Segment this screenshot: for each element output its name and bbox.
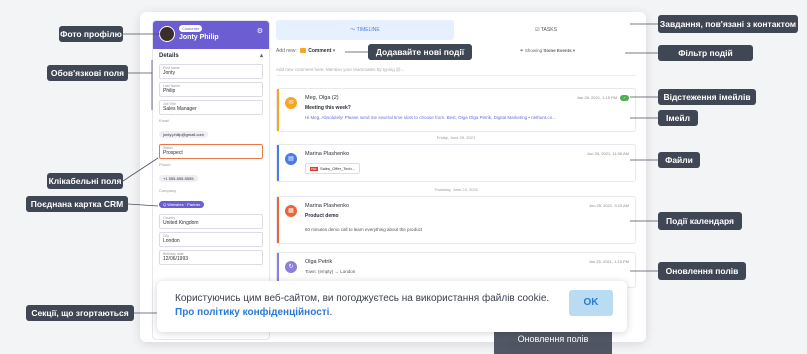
tab-label: TASKS bbox=[540, 27, 557, 33]
add-new-label: Add new: bbox=[276, 48, 297, 54]
pdf-icon: PDF bbox=[310, 167, 318, 171]
tab-label: TIMELINE bbox=[356, 27, 380, 33]
add-new-bar: Add new: Comment ▾ bbox=[276, 48, 336, 54]
callout-profile-photo: Фото профілю bbox=[59, 26, 123, 42]
filter-icon: ⏷ bbox=[520, 48, 524, 53]
comment-icon bbox=[300, 48, 307, 54]
field-value: London bbox=[163, 238, 180, 244]
calendar-icon: ▦ bbox=[285, 205, 297, 217]
tab-tasks[interactable]: ☑ TASKS bbox=[456, 20, 636, 40]
filter-value: Some Events bbox=[543, 48, 572, 53]
event-filter[interactable]: ⏷ Showing Some Events ▾ bbox=[520, 48, 575, 54]
callout-files: Файли bbox=[658, 152, 700, 168]
field-value: Jonty bbox=[163, 70, 175, 76]
company-tag: Partner bbox=[187, 202, 201, 207]
event-time: Jun 28, 2021, 1:15 PM ✓ bbox=[577, 95, 629, 101]
country-field[interactable]: Country United Kingdom bbox=[159, 214, 263, 229]
avatar[interactable] bbox=[159, 26, 175, 42]
company-name: Q Websites bbox=[163, 202, 184, 207]
status-badge: Customer bbox=[179, 25, 203, 32]
calendar-event[interactable]: ▦ Marina Plashenko Jun 25, 2021, 9:23 AM… bbox=[276, 196, 636, 244]
cookie-ok-button[interactable]: OK bbox=[569, 290, 613, 316]
cookie-message: Користуючись цим веб-сайтом, ви погоджує… bbox=[175, 292, 555, 320]
status-select[interactable]: Status Prospect bbox=[159, 144, 263, 159]
event-subject: Product demo bbox=[305, 213, 339, 219]
company-label: Company bbox=[159, 188, 177, 193]
city-field[interactable]: City London bbox=[159, 232, 263, 247]
event-stripe bbox=[277, 145, 279, 181]
timeline-tabs: 〜 TIMELINE ☑ TASKS bbox=[276, 20, 636, 40]
file-event[interactable]: ▤ Marina Plashenko Jun 25, 2021, 11:06 A… bbox=[276, 144, 636, 182]
callout-email-tracking: Відстеження імейлів bbox=[658, 89, 756, 105]
callout-email: Імейл bbox=[658, 110, 698, 126]
opened-badge: ✓ bbox=[620, 95, 629, 101]
tab-timeline[interactable]: 〜 TIMELINE bbox=[276, 20, 454, 40]
event-author: Marina Plashenko bbox=[305, 203, 350, 209]
field-value: Philip bbox=[163, 88, 176, 94]
event-subject: Meeting this week? bbox=[305, 105, 351, 111]
event-author: Olga Petrik bbox=[305, 259, 333, 265]
chevron-up-icon[interactable]: ▴ bbox=[260, 52, 263, 59]
refresh-icon: ↻ bbox=[285, 261, 297, 273]
birthday-field[interactable]: Birthday date 12/06/1993 bbox=[159, 250, 263, 265]
email-event[interactable]: ✉ Meg, Olga (2) Jun 28, 2021, 1:15 PM ✓ M… bbox=[276, 88, 636, 132]
callout-tasks: Завдання, пов'язані з контактом bbox=[658, 15, 798, 33]
envelope-icon: ✉ bbox=[285, 97, 297, 109]
event-author: Meg, Olga (2) bbox=[305, 95, 339, 101]
profile-name: Jonty Philip bbox=[179, 34, 219, 41]
field-value: Prospect bbox=[163, 150, 183, 156]
last-name-field[interactable]: Last Name Philip bbox=[159, 82, 263, 97]
phone-label: Phone bbox=[159, 162, 171, 167]
callout-clickable-fields: Клікабельні поля bbox=[47, 173, 123, 189]
new-comment-input[interactable]: Add new comment here. Mention your teamm… bbox=[276, 64, 636, 76]
details-label: Details bbox=[159, 53, 179, 59]
callout-calendar: Події календаря bbox=[658, 212, 742, 230]
event-body: Hi Meg, Absolutely! Please send me sever… bbox=[305, 115, 556, 120]
profile-header: Customer Jonty Philip ⚙ bbox=[153, 21, 269, 49]
callout-field-updates: Оновлення полів bbox=[658, 262, 746, 280]
callout-filter: Фільтр подій bbox=[658, 45, 753, 61]
callout-linked-crm: Поєднана картка CRM bbox=[26, 196, 128, 212]
event-time: Jun 25, 2021, 9:23 AM bbox=[588, 203, 629, 208]
filter-label: Showing bbox=[524, 48, 543, 53]
event-time-text: Jun 28, 2021, 1:15 PM bbox=[576, 95, 618, 100]
event-author: Marina Plashenko bbox=[305, 151, 350, 157]
file-icon: ▤ bbox=[285, 153, 297, 165]
field-value: Sales Manager bbox=[163, 106, 197, 112]
event-body: 60 minutes demo call to learn everything… bbox=[305, 227, 423, 232]
first-name-field[interactable]: First name Jonty bbox=[159, 64, 263, 79]
job-title-field[interactable]: Job Title Sales Manager bbox=[159, 100, 263, 115]
update-detail: Town: (empty) → London bbox=[305, 269, 356, 274]
email-label: Email bbox=[159, 118, 170, 123]
event-time: Jun 25, 2021, 11:06 AM bbox=[587, 151, 629, 156]
callout-required-fields: Обов'язкові поля bbox=[47, 65, 128, 81]
attachment-chip[interactable]: PDF Sales_Offer_Tech... bbox=[305, 163, 361, 174]
attachment-name: Sales_Offer_Tech... bbox=[320, 166, 356, 171]
event-stripe bbox=[277, 89, 279, 131]
phone-chip[interactable]: +1 555-555-5555 bbox=[159, 175, 198, 182]
email-chip[interactable]: jonty.philip@gmail.com bbox=[159, 131, 208, 138]
field-value: United Kingdom bbox=[163, 220, 199, 226]
field-value: 12/06/1993 bbox=[163, 256, 189, 262]
details-section-title[interactable]: Details ▴ bbox=[153, 49, 269, 61]
gear-icon[interactable]: ⚙ bbox=[257, 27, 263, 35]
cookie-text: Користуючись цим веб-сайтом, ви погоджує… bbox=[175, 293, 550, 304]
cookie-banner: Користуючись цим веб-сайтом, ви погоджує… bbox=[157, 281, 627, 332]
day-separator: Friday, June 25, 2021 bbox=[436, 135, 476, 140]
cookie-period: . bbox=[329, 307, 333, 318]
comment-type-select[interactable]: Comment bbox=[308, 48, 331, 54]
day-separator: Thursday, June 24, 2021 bbox=[434, 187, 478, 192]
event-time: Jun 25, 2021, 1:15 PM bbox=[588, 259, 629, 264]
callout-add-events: Додавайте нові події bbox=[368, 44, 472, 60]
privacy-policy-link[interactable]: Про політику конфіденційності bbox=[175, 307, 329, 318]
callout-collapsible: Секції, що згортаються bbox=[26, 305, 134, 321]
company-chip[interactable]: Q Websites · Partner bbox=[159, 201, 205, 208]
event-stripe bbox=[277, 197, 279, 243]
